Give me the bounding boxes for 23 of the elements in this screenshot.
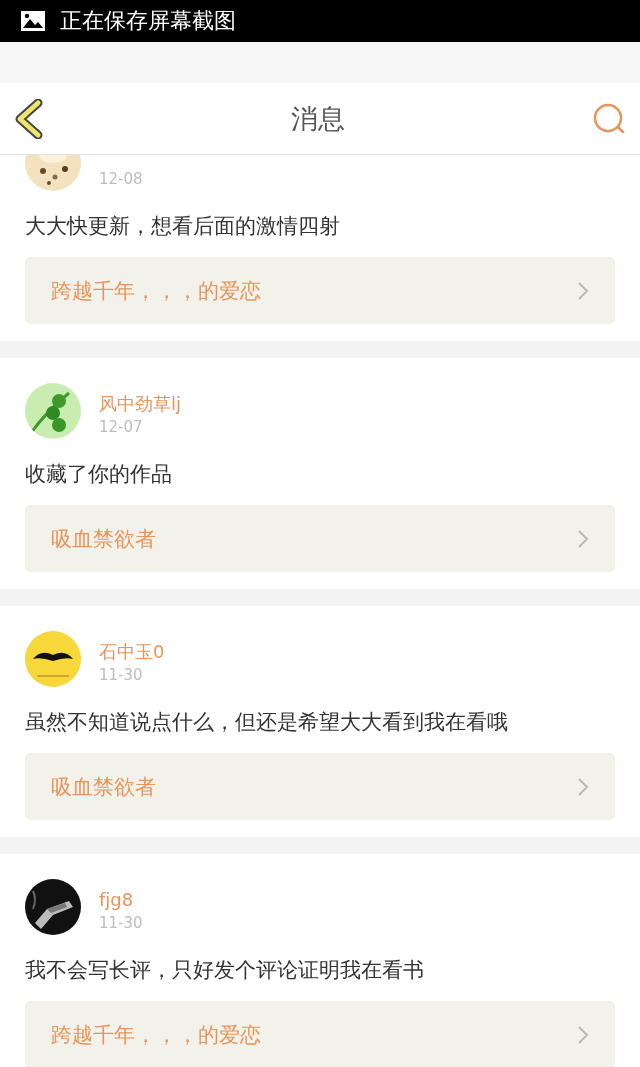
user-name[interactable]: 风中劲草lj bbox=[99, 393, 181, 415]
user-name[interactable]: 石中玉0 bbox=[99, 641, 165, 663]
work-link[interactable]: 吸血禁欲者 bbox=[25, 753, 615, 820]
message-text: 收藏了你的作品 bbox=[25, 461, 173, 488]
work-link[interactable]: 吸血禁欲者 bbox=[25, 505, 615, 572]
status-text: 正在保存屏幕截图 bbox=[60, 7, 236, 35]
message-date: 12-08 bbox=[99, 169, 143, 190]
work-link[interactable]: 跨越千年，，，的爱恋 bbox=[25, 1001, 615, 1067]
image-icon bbox=[20, 10, 46, 32]
chevron-right-icon bbox=[577, 776, 589, 797]
message-date: 11-30 bbox=[99, 665, 144, 686]
message-text: 我不会写长评，只好发个评论证明我在看书 bbox=[25, 957, 425, 984]
back-button[interactable] bbox=[14, 98, 44, 139]
page-title: 消息 bbox=[291, 101, 345, 136]
message-date: 11-30 bbox=[99, 913, 143, 934]
message-date: 12-07 bbox=[99, 417, 144, 438]
chevron-right-icon bbox=[577, 1024, 589, 1045]
chevron-right-icon bbox=[577, 528, 589, 549]
work-link[interactable]: 跨越千年，，，的爱恋 bbox=[25, 257, 615, 324]
message-text: 虽然不知道说点什么，但还是希望大大看到我在看哦 bbox=[25, 709, 509, 736]
message-text: 大大快更新，想看后面的激情四射 bbox=[25, 213, 341, 240]
chevron-right-icon bbox=[577, 280, 589, 301]
user-name[interactable]: fjg8 bbox=[99, 889, 143, 911]
